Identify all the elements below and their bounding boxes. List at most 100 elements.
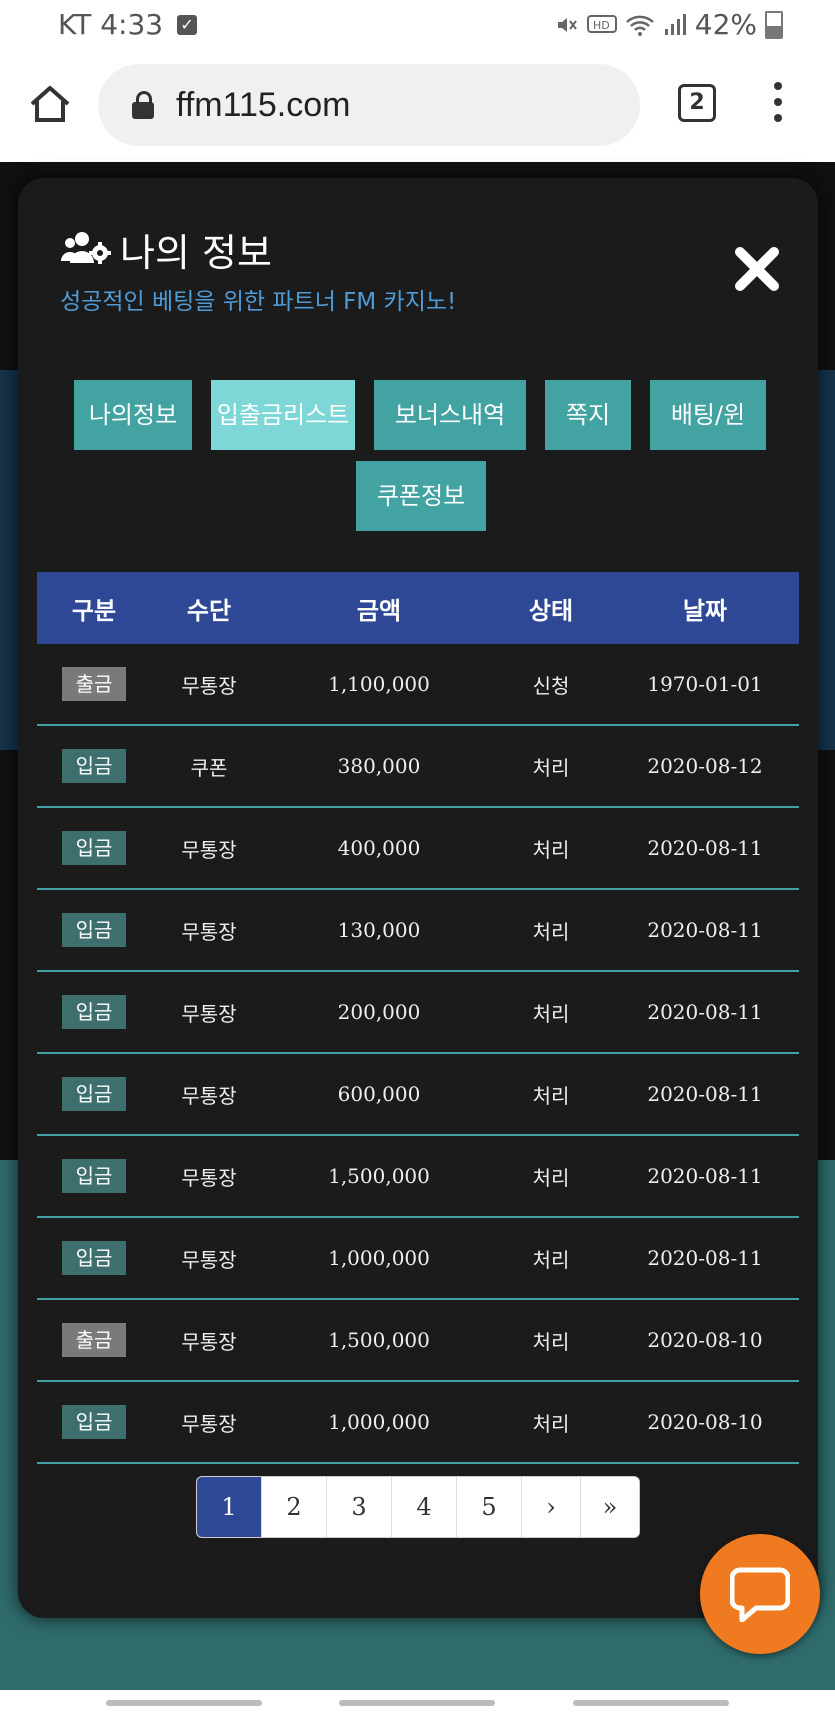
hd-icon: HD [586, 13, 617, 37]
table-row: 입금 무통장 400,000 처리 2020-08-11 [37, 808, 799, 890]
cell-amount: 600,000 [337, 1082, 421, 1106]
modal-header: 나의 정보 [60, 222, 272, 277]
cell-amount: 130,000 [337, 918, 421, 942]
users-gear-icon [60, 229, 112, 271]
cell-status: 처리 [532, 1001, 570, 1026]
pagination: 1 2 3 4 5 › » [196, 1476, 640, 1538]
type-badge: 출금 [62, 1323, 126, 1357]
wifi-icon [625, 13, 655, 37]
cell-method: 무통장 [181, 1329, 237, 1354]
cell-date: 2020-08-11 [647, 1000, 763, 1024]
cell-method: 무통장 [181, 837, 237, 862]
cell-date: 2020-08-11 [647, 1164, 763, 1188]
cell-method: 무통장 [181, 673, 237, 698]
cell-date: 2020-08-11 [647, 836, 763, 860]
transaction-table: 구분 수단 금액 상태 날짜 출금 무통장 1,100,000 신청 1970-01-0… [37, 572, 799, 1464]
cell-status: 처리 [532, 919, 570, 944]
cell-amount: 200,000 [337, 1000, 421, 1024]
cell-date: 1970-01-01 [647, 672, 763, 696]
cell-amount: 400,000 [337, 836, 421, 860]
cell-status: 처리 [532, 1083, 570, 1108]
cell-type: 입금 [37, 1054, 151, 1134]
cell-type: 입금 [37, 972, 151, 1052]
tab-betting-win[interactable]: 배팅/윈 [650, 380, 766, 450]
lock-icon [132, 91, 154, 119]
cell-type: 입금 [37, 808, 151, 888]
table-row: 입금 무통장 130,000 처리 2020-08-11 [37, 890, 799, 972]
cell-amount: 1,000,000 [328, 1410, 430, 1434]
chat-button[interactable] [700, 1534, 820, 1654]
page-3-button[interactable]: 3 [327, 1477, 392, 1537]
cell-method: 무통장 [181, 1165, 237, 1190]
page-5-button[interactable]: 5 [457, 1477, 522, 1537]
tab-coupon-info[interactable]: 쿠폰정보 [356, 461, 486, 531]
cell-type: 입금 [37, 1218, 151, 1298]
nav-back-gesture[interactable] [106, 1700, 262, 1706]
cell-type: 입금 [37, 1382, 151, 1462]
close-icon[interactable] [732, 244, 782, 294]
tab-bonus-history[interactable]: 보너스내역 [374, 380, 526, 450]
cell-type: 입금 [37, 1136, 151, 1216]
page-1-button[interactable]: 1 [197, 1477, 262, 1537]
cell-status: 처리 [532, 1329, 570, 1354]
cell-amount: 380,000 [337, 754, 421, 778]
header-date: 날짜 [682, 596, 728, 625]
svg-text:HD: HD [593, 19, 610, 32]
type-badge: 입금 [62, 1159, 126, 1193]
carrier-time: KT 4:33 [58, 8, 164, 41]
cell-status: 처리 [532, 755, 570, 780]
header-amount: 금액 [356, 596, 402, 625]
tab-deposit-withdraw-list[interactable]: 입출금리스트 [211, 380, 355, 450]
cell-date: 2020-08-10 [647, 1410, 763, 1434]
cell-status: 신청 [532, 673, 570, 698]
header-method: 수단 [186, 596, 232, 625]
cell-date: 2020-08-11 [647, 1246, 763, 1270]
table-row: 입금 무통장 1,500,000 처리 2020-08-11 [37, 1136, 799, 1218]
nav-recent-gesture[interactable] [573, 1700, 729, 1706]
tab-messages[interactable]: 쪽지 [545, 380, 631, 450]
nav-home-gesture[interactable] [339, 1700, 495, 1706]
table-header: 구분 수단 금액 상태 날짜 [37, 572, 799, 644]
cell-type: 입금 [37, 726, 151, 806]
tab-my-info[interactable]: 나의정보 [74, 380, 192, 450]
header-type: 구분 [71, 596, 117, 625]
cell-type: 입금 [37, 890, 151, 970]
tabs-icon[interactable]: 2 [678, 84, 716, 122]
type-badge: 입금 [62, 1077, 126, 1111]
table-row: 입금 무통장 1,000,000 처리 2020-08-10 [37, 1382, 799, 1464]
battery-percent: 42% [694, 8, 757, 41]
table-row: 입금 무통장 600,000 처리 2020-08-11 [37, 1054, 799, 1136]
check-icon: ✓ [177, 14, 198, 35]
address-bar[interactable]: ffm115.com [98, 64, 640, 146]
battery-icon [765, 10, 783, 39]
cell-method: 무통장 [181, 1001, 237, 1026]
cell-amount: 1,500,000 [328, 1328, 430, 1352]
last-page-button[interactable]: » [581, 1477, 639, 1537]
page-2-button[interactable]: 2 [262, 1477, 327, 1537]
table-row: 출금 무통장 1,100,000 신청 1970-01-01 [37, 644, 799, 726]
cell-amount: 1,000,000 [328, 1246, 430, 1270]
menu-icon[interactable] [768, 82, 788, 126]
cell-amount: 1,100,000 [328, 672, 430, 696]
browser-toolbar: ffm115.com 2 [0, 52, 835, 162]
table-body: 출금 무통장 1,100,000 신청 1970-01-01 입금 쿠폰 380,000 처리 2… [37, 644, 799, 1464]
cell-status: 처리 [532, 837, 570, 862]
cell-status: 처리 [532, 1247, 570, 1272]
type-badge: 입금 [62, 831, 126, 865]
my-info-modal: 나의 정보 성공적인 베팅을 위한 파트너 FM 카지노! 나의정보 입출금리스… [18, 178, 818, 1618]
cell-status: 처리 [532, 1411, 570, 1436]
cell-date: 2020-08-11 [647, 918, 763, 942]
cell-method: 무통장 [181, 1247, 237, 1272]
chat-bubble-icon [730, 1567, 790, 1622]
next-page-button[interactable]: › [522, 1477, 581, 1537]
header-status: 상태 [528, 596, 574, 625]
cell-method: 쿠폰 [190, 755, 228, 780]
table-row: 입금 쿠폰 380,000 처리 2020-08-12 [37, 726, 799, 808]
cell-date: 2020-08-10 [647, 1328, 763, 1352]
type-badge: 입금 [62, 1241, 126, 1275]
modal-subtitle: 성공적인 베팅을 위한 파트너 FM 카지노! [60, 289, 457, 315]
page-4-button[interactable]: 4 [392, 1477, 457, 1537]
modal-title: 나의 정보 [120, 231, 272, 275]
home-icon[interactable] [28, 82, 72, 126]
type-badge: 입금 [62, 749, 126, 783]
